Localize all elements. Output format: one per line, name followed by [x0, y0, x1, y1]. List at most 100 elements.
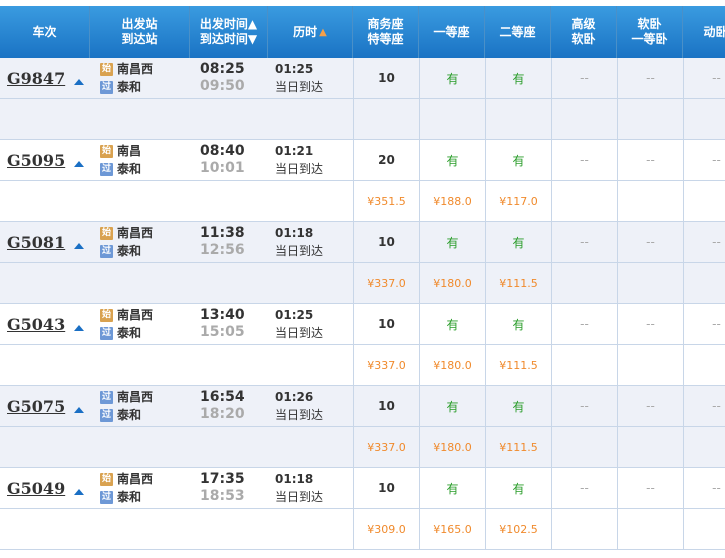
seat-price: [551, 263, 617, 303]
origin-badge-icon: 始: [100, 227, 113, 240]
depart-time: 17:35: [200, 471, 245, 487]
seat-price: [617, 181, 683, 221]
price-row: [0, 99, 725, 140]
depart-time: 13:40: [200, 307, 245, 323]
train-number-link[interactable]: G5043: [7, 315, 65, 334]
expand-stops-icon[interactable]: [74, 407, 85, 413]
seat-price: [353, 99, 419, 139]
from-station: 南昌西: [117, 472, 154, 486]
seat-availability[interactable]: 10: [353, 386, 419, 426]
arrive-time: 18:20: [200, 406, 245, 422]
seat-availability: --: [683, 58, 725, 98]
duration: 01:25: [275, 308, 314, 322]
duration-cell: 01:26 当日到达: [268, 386, 353, 426]
seat-availability[interactable]: 有: [485, 140, 551, 180]
seat-availability: --: [617, 222, 683, 262]
seat-price: [551, 181, 617, 221]
time-cell: 16:54 18:20: [190, 386, 268, 426]
seat-availability[interactable]: 10: [353, 304, 419, 344]
seat-availability[interactable]: 有: [485, 386, 551, 426]
seat-price: [419, 99, 485, 139]
seat-availability: --: [551, 140, 617, 180]
duration: 01:26: [275, 390, 314, 404]
time-cell: 08:40 10:01: [190, 140, 268, 180]
train-number-cell[interactable]: G5075: [0, 386, 90, 426]
seat-availability[interactable]: 有: [419, 222, 485, 262]
col-deluxe-sleeper: 高级 软卧: [551, 6, 617, 58]
col-duration-sort[interactable]: 历时 ▲: [268, 6, 353, 58]
seat-availability[interactable]: 有: [485, 222, 551, 262]
seat-availability[interactable]: 10: [353, 222, 419, 262]
seat-availability: --: [617, 58, 683, 98]
seat-price: [617, 509, 683, 549]
train-number-cell[interactable]: G9847: [0, 58, 90, 98]
duration: 01:18: [275, 472, 314, 486]
seat-price: ¥111.5: [485, 345, 551, 385]
duration-cell: 01:25 当日到达: [268, 58, 353, 98]
table-row: G5049 始南昌西 过泰和 17:35 18:53 01:18 当日到达 10 有有…: [0, 468, 725, 509]
train-number-link[interactable]: G5095: [7, 151, 65, 170]
seat-price: [617, 427, 683, 467]
pass-badge-icon: 过: [100, 163, 113, 176]
station-cell: 始南昌 过泰和: [90, 140, 190, 180]
seat-availability[interactable]: 10: [353, 58, 419, 98]
train-number-link[interactable]: G5049: [7, 479, 65, 498]
table-row: G5081 始南昌西 过泰和 11:38 12:56 01:18 当日到达 10 有有…: [0, 222, 725, 263]
seat-price: ¥337.0: [353, 345, 419, 385]
seat-availability[interactable]: 20: [353, 140, 419, 180]
seat-availability[interactable]: 有: [419, 304, 485, 344]
seat-price: [485, 99, 551, 139]
seat-availability[interactable]: 有: [419, 58, 485, 98]
duration-cell: 01:18 当日到达: [268, 468, 353, 508]
seat-availability[interactable]: 有: [485, 304, 551, 344]
expand-stops-icon[interactable]: [74, 79, 85, 85]
price-row: ¥337.0 ¥180.0 ¥111.5: [0, 263, 725, 304]
col-time-sort[interactable]: 出发时间▲ 到达时间▼: [190, 6, 268, 58]
col-soft-sleeper: 软卧 一等卧: [617, 6, 683, 58]
seat-price: [551, 427, 617, 467]
time-cell: 11:38 12:56: [190, 222, 268, 262]
seat-price: [551, 345, 617, 385]
train-number-cell[interactable]: G5081: [0, 222, 90, 262]
expand-stops-icon[interactable]: [74, 161, 85, 167]
seat-availability[interactable]: 有: [419, 386, 485, 426]
expand-stops-icon[interactable]: [74, 243, 85, 249]
price-row: ¥351.5 ¥188.0 ¥117.0: [0, 181, 725, 222]
train-number-link[interactable]: G5081: [7, 233, 65, 252]
train-number-cell[interactable]: G5049: [0, 468, 90, 508]
seat-availability[interactable]: 有: [419, 140, 485, 180]
seat-availability[interactable]: 有: [419, 468, 485, 508]
depart-time: 11:38: [200, 225, 245, 241]
pass-badge-icon: 过: [100, 245, 113, 258]
duration: 01:18: [275, 226, 314, 240]
train-number-cell[interactable]: G5095: [0, 140, 90, 180]
seat-availability[interactable]: 有: [485, 58, 551, 98]
train-number-cell[interactable]: G5043: [0, 304, 90, 344]
seat-price: ¥117.0: [485, 181, 551, 221]
seat-availability: --: [617, 140, 683, 180]
seat-price: ¥180.0: [419, 263, 485, 303]
seat-availability: --: [683, 468, 725, 508]
seat-availability[interactable]: 有: [485, 468, 551, 508]
train-number-link[interactable]: G5075: [7, 397, 65, 416]
station-cell: 始南昌西 过泰和: [90, 304, 190, 344]
time-cell: 08:25 09:50: [190, 58, 268, 98]
seat-availability: --: [683, 140, 725, 180]
seat-price: [551, 509, 617, 549]
duration-cell: 01:25 当日到达: [268, 304, 353, 344]
depart-time: 16:54: [200, 389, 245, 405]
expand-stops-icon[interactable]: [74, 325, 85, 331]
pass-badge-icon: 过: [100, 409, 113, 422]
station-cell: 始南昌西 过泰和: [90, 222, 190, 262]
seat-price: ¥180.0: [419, 427, 485, 467]
table-row: G5043 始南昌西 过泰和 13:40 15:05 01:25 当日到达 10 有有…: [0, 304, 725, 345]
seat-availability[interactable]: 10: [353, 468, 419, 508]
table-row: G9847 始南昌西 过泰和 08:25 09:50 01:25 当日到达 10 有有…: [0, 58, 725, 99]
seat-availability: --: [617, 304, 683, 344]
train-number-link[interactable]: G9847: [7, 69, 65, 88]
col-business: 商务座 特等座: [353, 6, 419, 58]
seat-availability: --: [551, 304, 617, 344]
seat-price: ¥111.5: [485, 427, 551, 467]
from-station: 南昌: [117, 144, 142, 158]
expand-stops-icon[interactable]: [74, 489, 85, 495]
